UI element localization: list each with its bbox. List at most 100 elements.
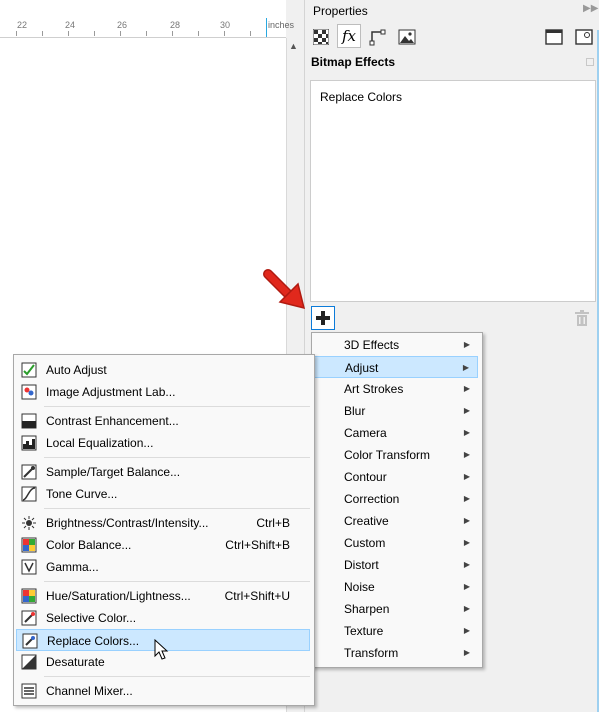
submenu-item[interactable]: Distort ▶ bbox=[314, 554, 478, 576]
hue-saturation-icon bbox=[21, 588, 37, 604]
adjust-menu-item-label: Color Balance... bbox=[46, 538, 132, 552]
equalization-icon bbox=[21, 435, 37, 451]
shortcut-label: Ctrl+B bbox=[256, 516, 290, 530]
adjust-menu-item-label: Contrast Enhancement... bbox=[46, 414, 179, 428]
menu-separator bbox=[44, 581, 310, 582]
submenu-item-label: Adjust bbox=[345, 361, 379, 375]
submenu-item-label: Distort bbox=[344, 558, 379, 572]
submenu-item[interactable]: Texture ▶ bbox=[314, 620, 478, 642]
desaturate-icon bbox=[21, 654, 37, 670]
submenu-item[interactable]: Camera ▶ bbox=[314, 422, 478, 444]
horizontal-ruler: 22 24 26 28 30 bbox=[0, 0, 286, 38]
selective-color-icon bbox=[21, 610, 37, 626]
submenu-item-label: Blur bbox=[344, 404, 366, 418]
submenu-item[interactable]: Creative ▶ bbox=[314, 510, 478, 532]
adjust-menu-item-label: Gamma... bbox=[46, 560, 99, 574]
effects-tab-button[interactable]: fx bbox=[337, 24, 361, 48]
submenu-item-label: Custom bbox=[344, 536, 386, 550]
trash-icon bbox=[575, 310, 589, 326]
chevron-right-icon: ▶ bbox=[463, 560, 470, 569]
adjust-menu-item-label: Tone Curve... bbox=[46, 487, 118, 501]
plus-icon bbox=[316, 311, 330, 325]
section-title: Bitmap Effects bbox=[311, 55, 396, 69]
adjust-menu-item[interactable]: Gamma... bbox=[16, 556, 310, 578]
adjust-menu-item-label: Sample/Target Balance... bbox=[46, 465, 181, 479]
effect-list-item[interactable]: Replace Colors bbox=[320, 90, 402, 104]
chevron-right-icon: ▶ bbox=[463, 538, 470, 547]
submenu-item-label: 3D Effects bbox=[344, 338, 400, 352]
chevron-right-icon: ▶ bbox=[463, 516, 470, 525]
adjust-menu-item[interactable]: Sample/Target Balance... bbox=[16, 461, 310, 483]
submenu-item-label: Noise bbox=[344, 580, 375, 594]
adjust-menu-item[interactable]: Image Adjustment Lab... bbox=[16, 381, 310, 403]
menu-separator bbox=[44, 508, 310, 509]
preview-button[interactable] bbox=[572, 25, 596, 49]
shape-tab-button[interactable] bbox=[366, 25, 390, 49]
panel-expand-icon[interactable]: ▶▶ bbox=[583, 3, 598, 14]
adjust-menu-item[interactable]: Local Equalization... bbox=[16, 432, 310, 454]
bitmap-tab-button[interactable] bbox=[395, 25, 419, 49]
submenu-item[interactable]: Custom ▶ bbox=[314, 532, 478, 554]
submenu-item[interactable]: Blur ▶ bbox=[314, 400, 478, 422]
transparency-tab-button[interactable] bbox=[309, 25, 333, 49]
chevron-right-icon: ▶ bbox=[463, 428, 470, 437]
ruler-tick-label: 28 bbox=[170, 20, 181, 30]
adjust-menu-item[interactable]: Color Balance... Ctrl+Shift+B bbox=[16, 534, 310, 556]
checkerboard-icon bbox=[313, 29, 329, 45]
adjust-menu-item[interactable]: Channel Mixer... bbox=[16, 680, 310, 702]
ruler-tick-label: 26 bbox=[117, 20, 128, 30]
adjust-menu-item-label: Desaturate bbox=[46, 655, 105, 669]
adjust-menu-item[interactable]: Hue/Saturation/Lightness... Ctrl+Shift+U bbox=[16, 585, 310, 607]
ruler-position-marker bbox=[266, 18, 267, 37]
adjust-menu-item[interactable]: Selective Color... bbox=[16, 607, 310, 629]
submenu-item-label: Contour bbox=[344, 470, 387, 484]
color-balance-icon bbox=[21, 537, 37, 553]
adjust-menu-item[interactable]: Tone Curve... bbox=[16, 483, 310, 505]
submenu-item[interactable]: Art Strokes ▶ bbox=[314, 378, 478, 400]
submenu-item[interactable]: Sharpen ▶ bbox=[314, 598, 478, 620]
scroll-up-icon[interactable]: ▲ bbox=[288, 40, 299, 52]
adjust-menu-item-label: Image Adjustment Lab... bbox=[46, 385, 176, 399]
adjust-menu-item[interactable]: Contrast Enhancement... bbox=[16, 410, 310, 432]
effects-list[interactable] bbox=[310, 80, 596, 302]
adjust-menu-item[interactable]: Brightness/Contrast/Intensity... Ctrl+B bbox=[16, 512, 310, 534]
delete-effect-button[interactable] bbox=[574, 310, 590, 330]
submenu-item[interactable]: Correction ▶ bbox=[314, 488, 478, 510]
frame-button[interactable] bbox=[542, 25, 566, 49]
ruler-tick-label: 24 bbox=[65, 20, 76, 30]
shortcut-label: Ctrl+Shift+B bbox=[225, 538, 290, 552]
submenu-item[interactable]: Noise ▶ bbox=[314, 576, 478, 598]
submenu-item[interactable]: Adjust ▶ bbox=[314, 356, 478, 378]
adjust-menu-item-label: Brightness/Contrast/Intensity... bbox=[46, 516, 209, 530]
chevron-right-icon: ▶ bbox=[463, 384, 470, 393]
submenu-item[interactable]: Contour ▶ bbox=[314, 466, 478, 488]
image-lab-icon bbox=[21, 384, 37, 400]
adjust-menu-item-label: Hue/Saturation/Lightness... bbox=[46, 589, 191, 603]
chevron-right-icon: ▶ bbox=[463, 494, 470, 503]
window-icon bbox=[545, 29, 563, 45]
menu-separator bbox=[44, 457, 310, 458]
panel-title: Properties bbox=[313, 4, 368, 18]
submenu-item-label: Correction bbox=[344, 492, 400, 506]
adjust-menu-item[interactable]: Auto Adjust bbox=[16, 359, 310, 381]
menu-separator bbox=[44, 676, 310, 677]
gamma-icon bbox=[21, 559, 37, 575]
sample-balance-icon bbox=[21, 464, 37, 480]
shape-node-icon bbox=[369, 29, 386, 46]
submenu-item[interactable]: Color Transform ▶ bbox=[314, 444, 478, 466]
shortcut-label: Ctrl+Shift+U bbox=[224, 589, 290, 603]
ruler-units: inches bbox=[268, 20, 295, 30]
submenu-item-label: Creative bbox=[344, 514, 389, 528]
submenu-item[interactable]: 3D Effects ▶ bbox=[314, 334, 478, 356]
adjust-menu-item-label: Replace Colors... bbox=[47, 634, 140, 648]
adjust-menu-item-label: Selective Color... bbox=[46, 611, 137, 625]
add-effect-button[interactable] bbox=[311, 306, 335, 330]
submenu-item-label: Color Transform bbox=[344, 448, 431, 462]
submenu-item[interactable]: Transform ▶ bbox=[314, 642, 478, 664]
section-options-icon[interactable] bbox=[586, 58, 594, 66]
chevron-right-icon: ▶ bbox=[462, 363, 469, 372]
auto-adjust-icon bbox=[21, 362, 37, 378]
adjust-menu-item-label: Local Equalization... bbox=[46, 436, 154, 450]
chevron-right-icon: ▶ bbox=[463, 406, 470, 415]
submenu-item-label: Art Strokes bbox=[344, 382, 404, 396]
